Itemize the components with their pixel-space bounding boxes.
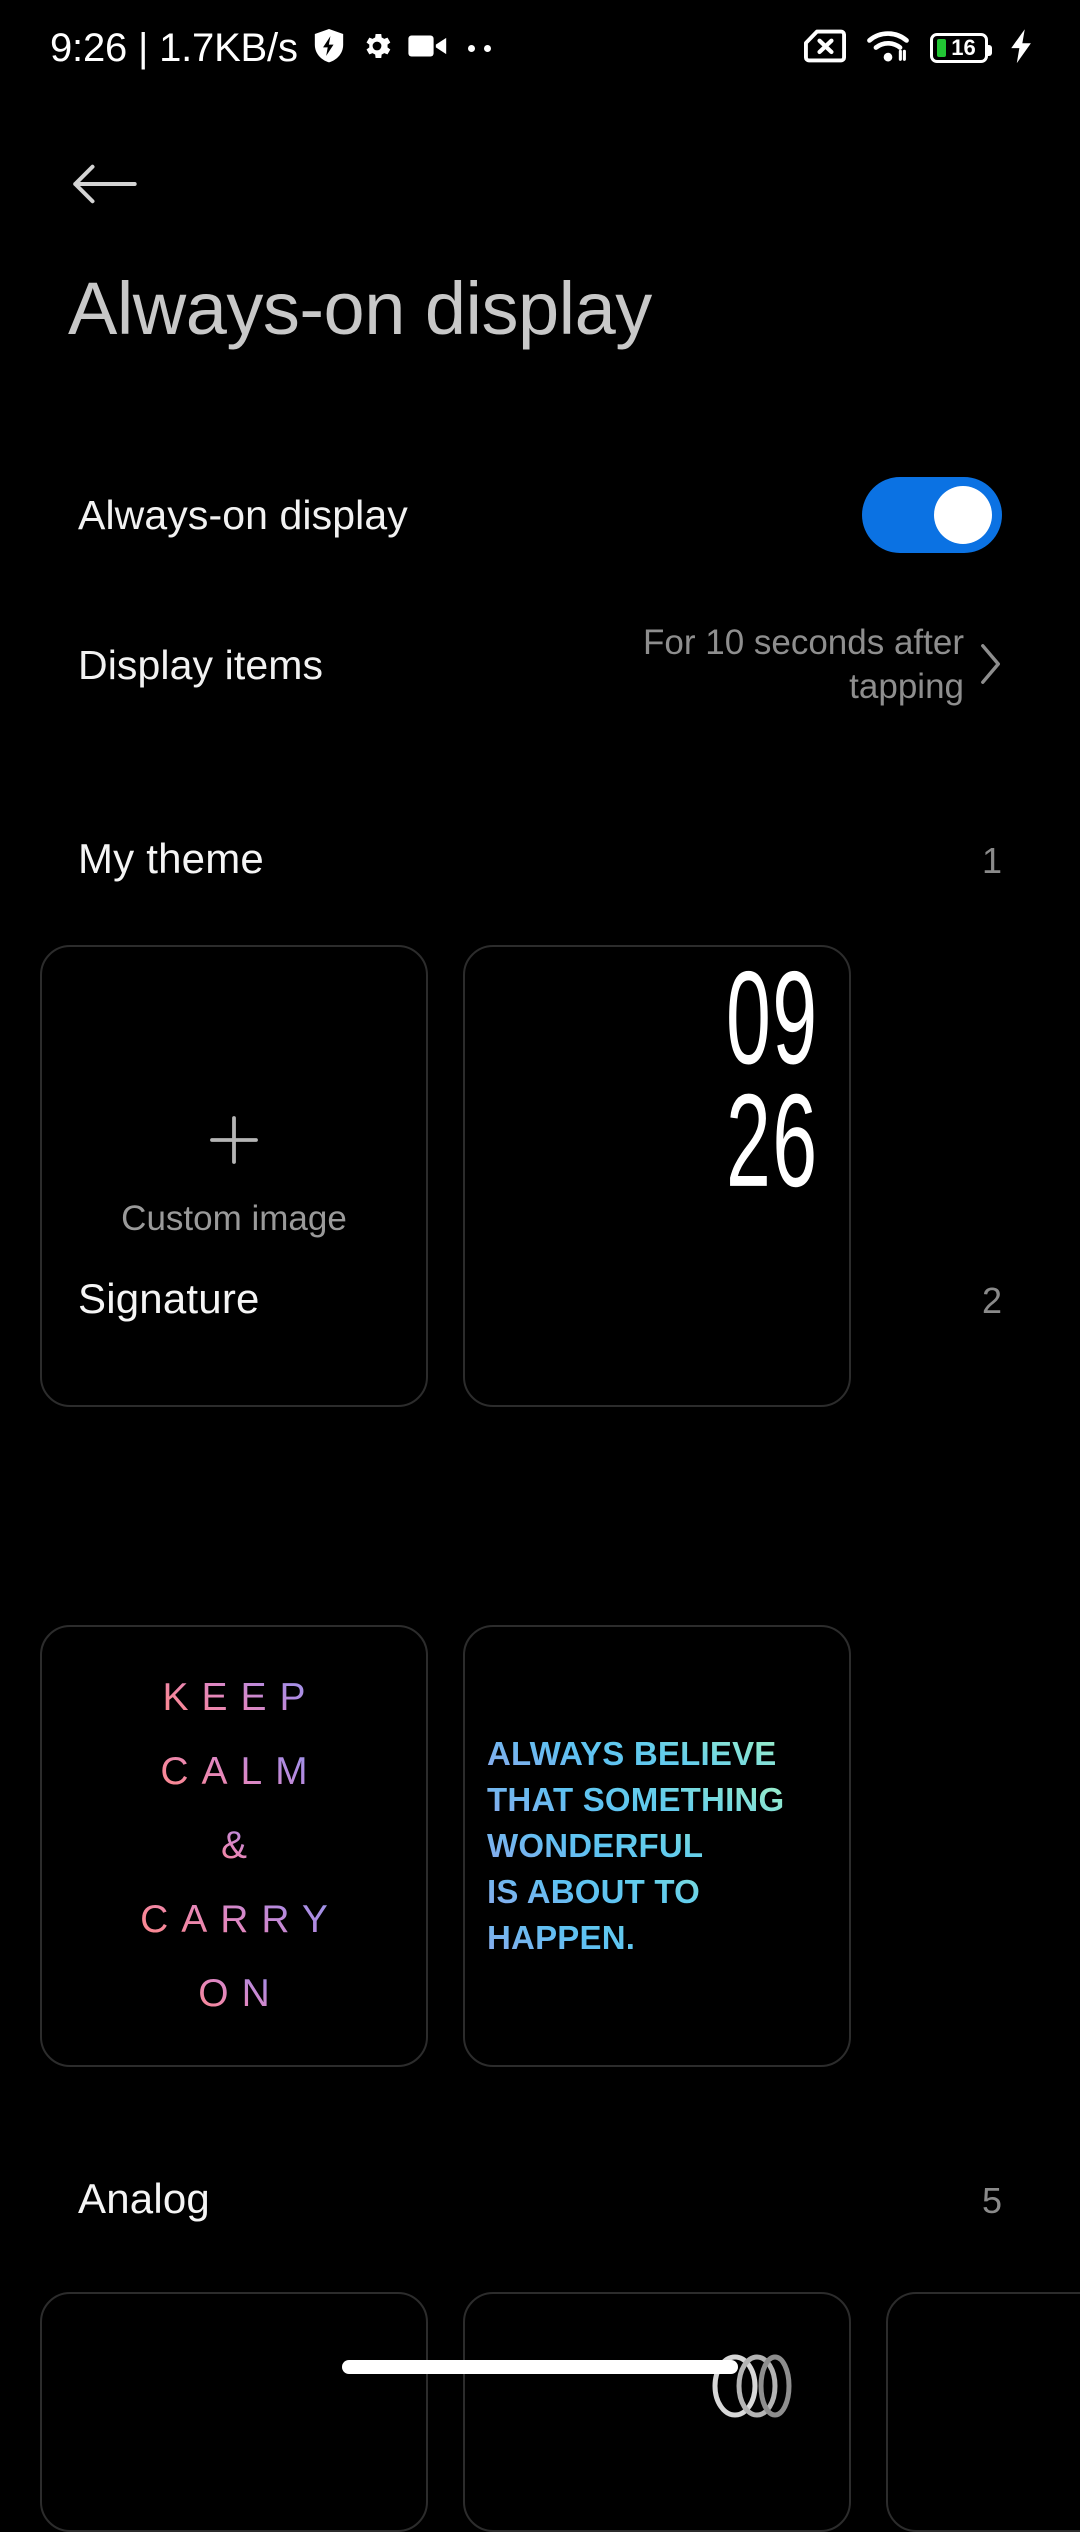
always-on-display-toggle[interactable] — [862, 477, 1002, 553]
status-bar-left: 9:26 | 1.7KB/s — [50, 26, 491, 71]
display-items-right: For 10 seconds after tapping — [532, 621, 1002, 709]
keep-calm-line: KEEP — [149, 1665, 318, 1731]
chevron-right-icon — [980, 643, 1002, 689]
keep-calm-line: ON — [185, 1961, 283, 2027]
status-bar-right: 16 — [804, 28, 1034, 69]
page-title: Always-on display — [68, 267, 652, 350]
section-title-analog: Analog — [78, 2175, 210, 2222]
row-always-on-display[interactable]: Always-on display — [78, 465, 1002, 565]
charging-bolt-icon — [1008, 28, 1034, 69]
overlapping-rings-icon — [705, 2346, 805, 2420]
battery-level-label: 16 — [951, 35, 976, 60]
analog-card-2[interactable] — [463, 2292, 851, 2532]
section-header-signature: Signature 2 — [78, 1275, 1002, 1323]
sim-card-off-icon — [804, 29, 846, 68]
section-title-my-theme: My theme — [78, 835, 264, 882]
custom-image-inner: Custom image — [42, 947, 426, 1405]
keep-calm-line: & — [208, 1813, 260, 1879]
theme-card-digital-clock[interactable]: 09 26 — [463, 945, 851, 1407]
section-count-analog: 5 — [981, 2180, 1002, 2221]
section-count-my-theme: 1 — [981, 840, 1002, 881]
plus-icon — [208, 1114, 260, 1171]
analog-card-3[interactable] — [886, 2292, 1080, 2532]
shield-bolt-icon — [312, 27, 346, 70]
section-header-my-theme: My theme 1 — [78, 835, 1002, 883]
status-clock-and-netspeed: 9:26 | 1.7KB/s — [50, 25, 298, 70]
quote-text: ALWAYS BELIEVE THAT SOMETHING WONDERFUL … — [465, 1627, 849, 2065]
analog-card-1[interactable] — [40, 2292, 428, 2532]
section-header-analog: Analog 5 — [78, 2175, 1002, 2223]
wifi-icon — [866, 29, 910, 68]
battery-icon: 16 — [930, 33, 992, 63]
always-on-display-label: Always-on display — [78, 491, 408, 538]
quote-line: THAT SOMETHING — [487, 1777, 827, 1823]
gear-icon — [360, 29, 394, 68]
quote-line: HAPPEN. — [487, 1915, 827, 1961]
back-arrow-icon — [71, 161, 137, 212]
signature-card-keep-calm[interactable]: KEEP CALM & CARRY ON — [40, 1625, 428, 2067]
row-display-items[interactable]: Display items For 10 seconds after tappi… — [78, 610, 1002, 720]
digital-clock-preview: 09 26 — [465, 947, 849, 1405]
custom-image-label: Custom image — [121, 1198, 347, 1238]
keep-calm-line: CALM — [147, 1739, 320, 1805]
clock-minutes: 26 — [726, 1066, 819, 1215]
signature-card-quote[interactable]: ALWAYS BELIEVE THAT SOMETHING WONDERFUL … — [463, 1625, 851, 2067]
clock-digits: 09 26 — [726, 945, 819, 1215]
quote-line: IS ABOUT TO — [487, 1869, 827, 1915]
section-title-signature: Signature — [78, 1275, 260, 1322]
two-dots-icon — [467, 44, 491, 52]
keep-calm-text: KEEP CALM & CARRY ON — [42, 1627, 426, 2065]
theme-card-custom-image[interactable]: Custom image — [40, 945, 428, 1407]
keep-calm-line: CARRY — [127, 1887, 341, 1953]
section-count-signature: 2 — [981, 1280, 1002, 1321]
status-bar: 9:26 | 1.7KB/s 16 — [0, 0, 1080, 96]
quote-line: ALWAYS BELIEVE — [487, 1731, 827, 1777]
gesture-navigation-bar[interactable] — [342, 2360, 738, 2374]
display-items-label: Display items — [78, 641, 324, 688]
toggle-knob — [934, 486, 992, 544]
quote-line: WONDERFUL — [487, 1823, 827, 1869]
video-camera-icon — [408, 32, 448, 65]
display-items-value: For 10 seconds after tapping — [643, 623, 964, 706]
back-button[interactable] — [58, 140, 150, 232]
clock-hours: 09 — [726, 945, 819, 1092]
